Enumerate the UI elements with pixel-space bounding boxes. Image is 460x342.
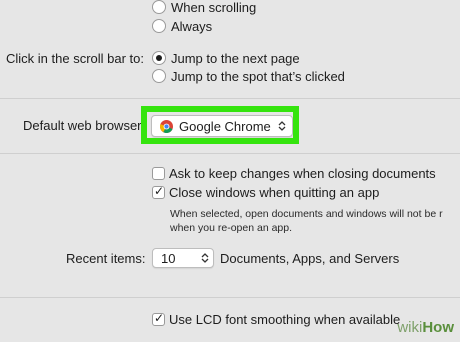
jump-spot-clicked-label: Jump to the spot that’s clicked [171,69,345,84]
close-windows-help-line1: When selected, open documents and window… [170,208,443,220]
lcd-smoothing-checkbox[interactable] [152,311,165,326]
recent-items-label: Recent items: [66,251,146,266]
wikihow-watermark: wikiHow [397,319,454,336]
close-windows-checkbox[interactable] [152,184,165,199]
click-scroll-bar-label: Click in the scroll bar to: [6,51,144,66]
recent-items-value: 10 [161,251,176,266]
close-windows-label: Close windows when quitting an app [169,185,380,200]
when-scrolling-label: When scrolling [171,0,257,15]
always-label: Always [171,19,213,34]
updown-chevron-icon [201,253,209,263]
recent-items-popup[interactable]: 10 [152,248,214,268]
ask-keep-changes-checkbox[interactable] [152,167,165,180]
jump-next-page-radio[interactable] [152,51,166,65]
separator [0,153,460,154]
default-browser-label: Default web browser [23,118,142,133]
separator [0,297,460,298]
jump-spot-clicked-radio[interactable] [152,69,166,83]
recent-items-suffix: Documents, Apps, and Servers [220,251,400,266]
close-windows-help-line2: when you re-open an app. [170,222,293,234]
separator [0,98,460,99]
jump-next-page-label: Jump to the next page [171,51,300,66]
lcd-smoothing-label: Use LCD font smoothing when available [169,312,401,327]
highlight-box [141,106,299,144]
ask-keep-changes-label: Ask to keep changes when closing documen… [169,166,436,181]
when-scrolling-radio[interactable] [152,0,166,14]
always-radio[interactable] [152,19,166,33]
